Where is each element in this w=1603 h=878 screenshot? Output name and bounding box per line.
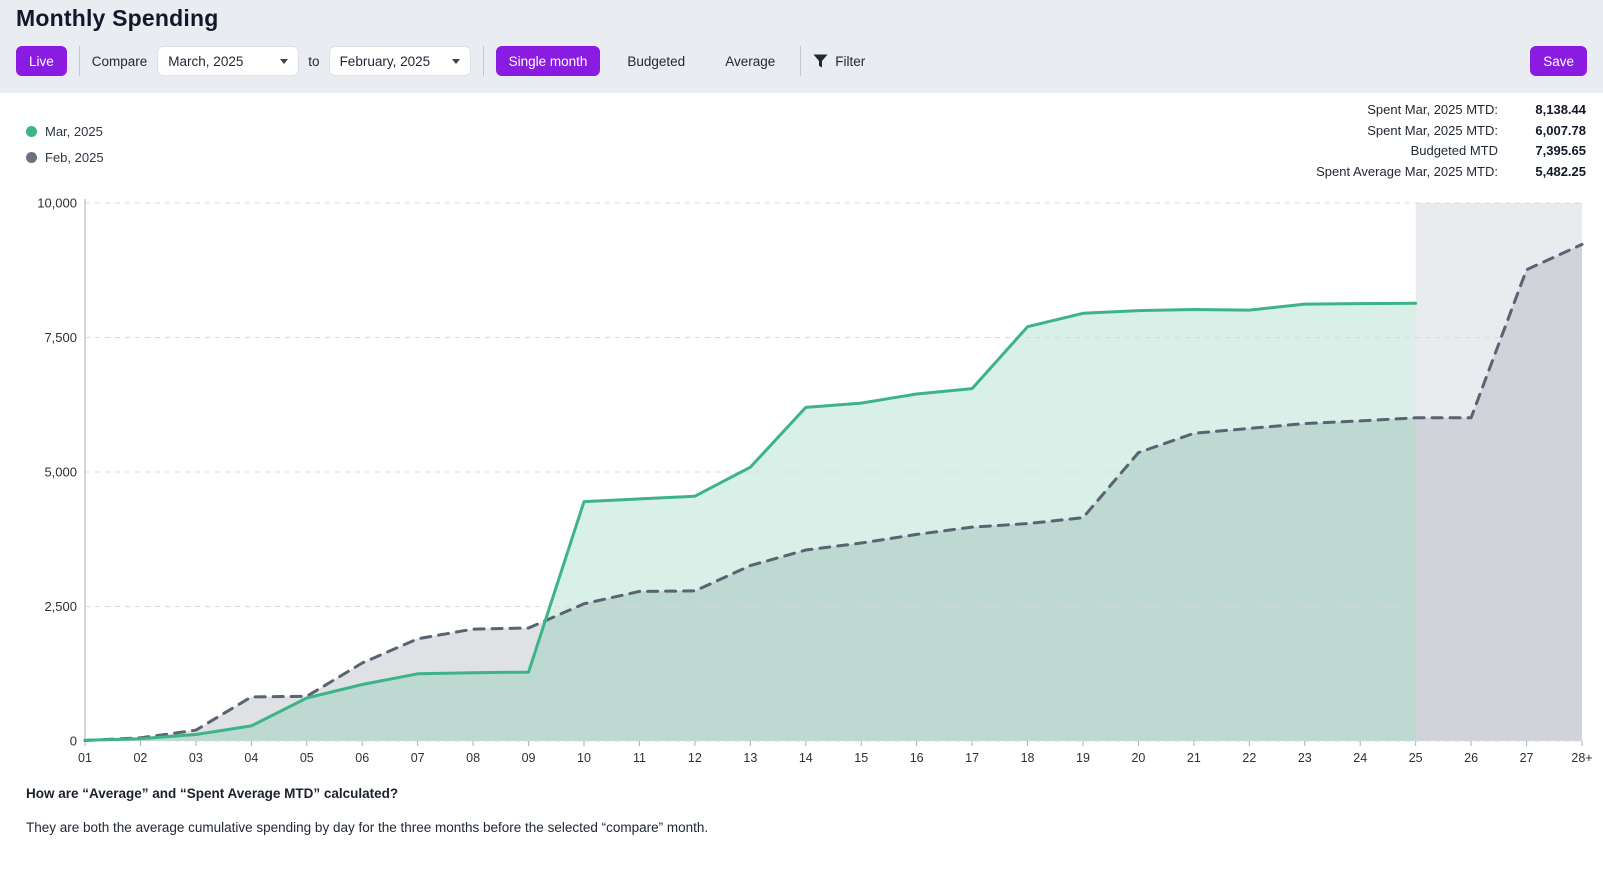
- x-axis-tick-label: 09: [522, 751, 536, 765]
- toolbar-divider: [79, 46, 80, 76]
- x-axis-tick-label: 24: [1353, 751, 1367, 765]
- stat-value: 7,395.65: [1508, 143, 1586, 159]
- live-button[interactable]: Live: [16, 46, 67, 76]
- stat-label: Spent Mar, 2025 MTD:: [1316, 102, 1498, 118]
- x-axis-tick-label: 13: [743, 751, 757, 765]
- x-axis-tick-label: 23: [1298, 751, 1312, 765]
- chevron-down-icon: [280, 59, 288, 64]
- x-axis-tick-label: 28+: [1571, 751, 1592, 765]
- stat-value: 6,007.78: [1508, 123, 1586, 139]
- x-axis-tick-label: 12: [688, 751, 702, 765]
- compare-label: Compare: [92, 54, 148, 69]
- x-axis-tick-label: 18: [1021, 751, 1035, 765]
- x-axis-tick-label: 02: [133, 751, 147, 765]
- legend-item-feb-2025[interactable]: Feb, 2025: [26, 144, 104, 170]
- x-axis-tick-label: 25: [1409, 751, 1423, 765]
- compare-month-select[interactable]: March, 2025: [157, 46, 299, 76]
- x-axis-tick-label: 08: [466, 751, 480, 765]
- compare-to-month-select[interactable]: February, 2025: [329, 46, 471, 76]
- chart-legend: Mar, 2025 Feb, 2025: [26, 118, 104, 170]
- stat-label: Spent Mar, 2025 MTD:: [1316, 123, 1498, 139]
- x-axis-tick-label: 11: [633, 751, 646, 765]
- x-axis-tick-label: 15: [854, 751, 868, 765]
- summary-stats: Spent Mar, 2025 MTD: 8,138.44 Spent Mar,…: [1316, 102, 1586, 180]
- compare-to-month-value: February, 2025: [340, 54, 431, 69]
- footer-question: How are “Average” and “Spent Average MTD…: [26, 786, 398, 801]
- budgeted-toggle[interactable]: Budgeted: [614, 46, 698, 76]
- x-axis-tick-label: 19: [1076, 751, 1090, 765]
- x-axis-tick-label: 10: [577, 751, 591, 765]
- filter-label: Filter: [835, 54, 865, 69]
- y-axis-tick-label: 5,000: [44, 465, 77, 480]
- legend-item-mar-2025[interactable]: Mar, 2025: [26, 118, 104, 144]
- average-toggle[interactable]: Average: [712, 46, 788, 76]
- x-axis-tick-label: 01: [78, 751, 92, 765]
- save-button[interactable]: Save: [1530, 46, 1587, 76]
- toolbar-divider: [800, 46, 801, 76]
- legend-label: Feb, 2025: [45, 150, 104, 165]
- x-axis-tick-label: 03: [189, 751, 203, 765]
- x-axis-tick-label: 27: [1520, 751, 1534, 765]
- footer-answer: They are both the average cumulative spe…: [26, 820, 708, 835]
- x-axis-tick-label: 20: [1131, 751, 1145, 765]
- x-axis-tick-label: 22: [1242, 751, 1256, 765]
- area-fill-mar-2025: [85, 303, 1416, 741]
- x-axis-tick-label: 26: [1464, 751, 1478, 765]
- y-axis-tick-label: 0: [70, 734, 77, 749]
- y-axis-tick-label: 10,000: [37, 196, 77, 211]
- y-axis-tick-label: 2,500: [44, 599, 77, 614]
- x-axis-tick-label: 17: [965, 751, 979, 765]
- stat-label: Budgeted MTD: [1316, 143, 1498, 159]
- x-axis-tick-label: 16: [910, 751, 924, 765]
- y-axis-tick-label: 7,500: [44, 330, 77, 345]
- legend-dot: [26, 126, 37, 137]
- compare-month-value: March, 2025: [168, 54, 243, 69]
- stat-value: 5,482.25: [1508, 164, 1586, 180]
- filter-funnel-icon: [813, 54, 828, 68]
- filter-button[interactable]: Filter: [813, 54, 865, 69]
- toolbar: Live Compare March, 2025 to February, 20…: [16, 46, 1587, 76]
- x-axis-tick-label: 21: [1187, 751, 1201, 765]
- single-month-toggle[interactable]: Single month: [496, 46, 601, 76]
- header-band: Monthly Spending Live Compare March, 202…: [0, 0, 1603, 93]
- legend-label: Mar, 2025: [45, 124, 103, 139]
- stat-label: Spent Average Mar, 2025 MTD:: [1316, 164, 1498, 180]
- x-axis-tick-label: 06: [355, 751, 369, 765]
- stat-value: 8,138.44: [1508, 102, 1586, 118]
- spending-chart[interactable]: 0 2,500 5,000 7,500 10,000 01 02 03 04 05 06 07 08 09…: [0, 190, 1603, 770]
- x-axis-tick-label: 04: [244, 751, 258, 765]
- x-axis-tick-label: 14: [799, 751, 813, 765]
- chevron-down-icon: [452, 59, 460, 64]
- to-label: to: [308, 54, 319, 69]
- x-axis-tick-label: 05: [300, 751, 314, 765]
- monthly-spending-page: Monthly Spending Live Compare March, 202…: [0, 0, 1603, 878]
- page-title: Monthly Spending: [16, 5, 219, 32]
- legend-dot: [26, 152, 37, 163]
- chart-area: 0 2,500 5,000 7,500 10,000 01 02 03 04 05 06 07 08 09…: [0, 190, 1603, 770]
- toolbar-divider: [483, 46, 484, 76]
- x-axis-tick-label: 07: [411, 751, 425, 765]
